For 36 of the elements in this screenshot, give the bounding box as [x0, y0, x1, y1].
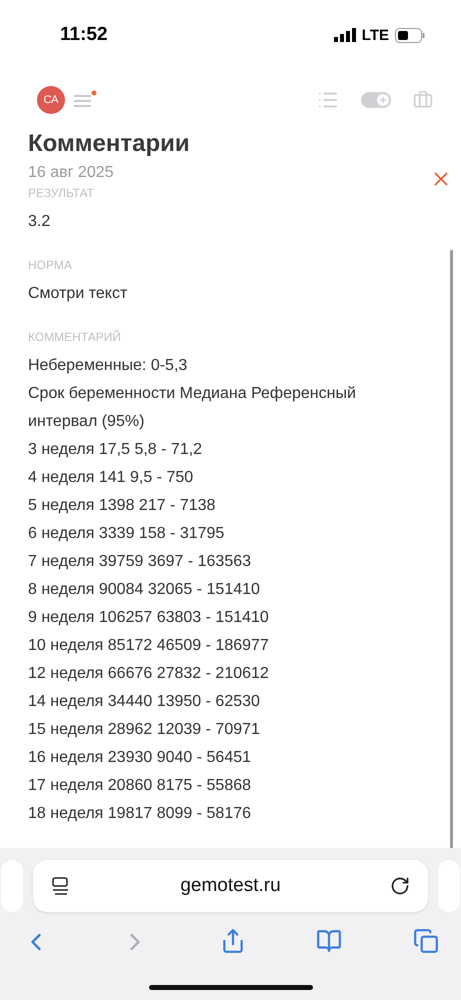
page-title: Комментарии: [28, 130, 191, 158]
toggle-icon[interactable]: [361, 92, 391, 108]
section-label: РЕЗУЛЬТАТ: [28, 186, 95, 200]
section-text: 5 неделя 1398 217 - 7138: [28, 496, 216, 516]
section-text: Срок беременности Медиана Референсный интервал (95%): [28, 384, 357, 432]
section-text: 14 неделя 34440 13950 - 62530: [28, 692, 261, 712]
user-avatar[interactable]: СА: [37, 86, 65, 114]
signal-icon: [334, 28, 356, 42]
section-text: 10 неделя 85172 46509 - 186977: [28, 636, 270, 656]
battery-icon: [395, 28, 425, 42]
status-time: 11:52: [60, 24, 108, 46]
section-text: 15 неделя 28962 12039 - 70971: [28, 720, 261, 740]
section-text: 3 неделя 17,5 5,8 - 71,2: [28, 440, 204, 460]
section-label: КОММЕНТАРИЙ: [28, 330, 122, 344]
section-text: 17 неделя 20860 8175 - 55868: [28, 776, 252, 796]
section-label: НОРМА: [28, 258, 73, 272]
tabs-icon[interactable]: [413, 928, 439, 954]
section-text: 16 неделя 23930 9040 - 56451: [28, 748, 252, 768]
section-text: Смотри текст: [28, 284, 128, 304]
section-text: Небеременные: 0-5,3: [28, 356, 188, 376]
section-text: 3.2: [28, 212, 52, 232]
section-text: 4 неделя 141 9,5 - 750: [28, 468, 194, 488]
reload-icon[interactable]: [390, 876, 410, 896]
url-text: gemotest.ru: [180, 875, 281, 897]
section-text: 9 неделя 106257 63803 - 151410: [28, 608, 270, 628]
section-text: 7 неделя 39759 3697 - 163563: [28, 552, 252, 572]
address-bar[interactable]: gemotest.ru: [33, 860, 428, 912]
network-label: LTE: [362, 26, 389, 44]
section-text: 6 неделя 3339 158 - 31795: [28, 524, 226, 544]
result-date: 16 авг 2025: [28, 164, 115, 182]
reader-icon[interactable]: [51, 876, 71, 896]
menu-icon[interactable]: [73, 90, 97, 110]
section-text: 8 неделя 90084 32065 - 151410: [28, 580, 261, 600]
section-text: 18 неделя 19817 8099 - 58176: [28, 804, 252, 824]
section-text: 12 неделя 66676 27832 - 210612: [28, 664, 270, 684]
book-icon[interactable]: [316, 928, 342, 954]
